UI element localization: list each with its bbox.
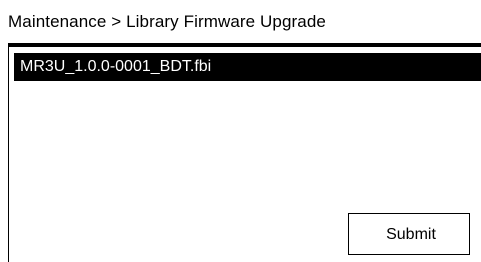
submit-button[interactable]: Submit xyxy=(348,213,470,255)
firmware-file-item[interactable]: MR3U_1.0.0-0001_BDT.fbi xyxy=(14,53,481,81)
firmware-upgrade-screen: Maintenance > Library Firmware Upgrade M… xyxy=(0,0,481,262)
firmware-file-list[interactable]: MR3U_1.0.0-0001_BDT.fbi xyxy=(9,53,481,203)
title-divider xyxy=(8,43,481,47)
breadcrumb: Maintenance > Library Firmware Upgrade xyxy=(8,12,326,31)
